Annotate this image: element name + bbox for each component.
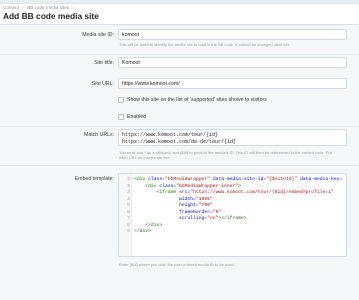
page-title: Add BB code media site: [3, 11, 99, 21]
code-token: "0": [212, 209, 222, 215]
code-token: data-media-site-id=: [212, 177, 267, 182]
code-token: </div>: [134, 229, 151, 234]
site-title-label: Site title:: [94, 60, 114, 66]
code-token: "bbMediaWrapper": [164, 177, 210, 182]
code-token: <iframe: [156, 190, 180, 195]
code-token: <div: [134, 177, 149, 182]
embed-template-label: Embed template:: [74, 176, 114, 182]
site-id-label: Media site ID:: [82, 32, 114, 38]
site-id-explain: This will be used to identify the media …: [119, 42, 290, 47]
code-token: ></iframe>: [218, 216, 247, 221]
supported-checkbox-row[interactable]: Show this site on the list of 'supported…: [118, 97, 267, 103]
code-token: </div>: [145, 222, 163, 228]
match-urls-explain: You must use * as a wildcard, and {$id} …: [119, 150, 332, 160]
breadcrumb-content[interactable]: Content: [3, 5, 19, 10]
code-token: src=: [179, 190, 191, 195]
code-token: scrolling=: [179, 216, 208, 221]
divider: [0, 165, 359, 166]
site-url-label: Site URL:: [91, 81, 114, 87]
code-token: "700": [198, 203, 213, 208]
match-urls-textarea[interactable]: https://www.komoot.com/tour/{id} https://…: [118, 129, 347, 146]
breadcrumb-separator: ›: [22, 5, 24, 10]
code-token: >: [238, 183, 241, 189]
enabled-checkbox-row[interactable]: Enabled: [118, 114, 146, 120]
enabled-checkbox[interactable]: [118, 114, 124, 120]
code-token: "https://www.komoot.com/tour/{$id}/embed…: [190, 190, 334, 195]
divider: [0, 54, 359, 55]
embed-template-explain: Enter {$id} where you wish the user-ente…: [119, 262, 235, 267]
site-title-input[interactable]: Komoot: [118, 57, 347, 68]
match-urls-explain-line: each URL on a separate line.: [119, 155, 171, 160]
code-token: "{$siteId}": [266, 177, 298, 182]
match-urls-label: Match URLs:: [84, 132, 114, 138]
breadcrumb-separator: ›: [72, 5, 74, 10]
code-token: data-media-key=: [300, 177, 343, 182]
divider: [0, 126, 359, 127]
embed-template-editor[interactable]: 1 <div class="bbMediaWrapper" data-media-…: [118, 173, 347, 257]
breadcrumb-media-sites[interactable]: BB code media sites: [27, 5, 69, 10]
code-token: "no": [207, 216, 219, 221]
site-url-input[interactable]: https://www.komoot.com/: [118, 78, 347, 89]
match-url-line: https://www.komoot.com/de-de/tour/{id}: [122, 138, 237, 145]
code-token: width=: [179, 196, 196, 202]
supported-checkbox-label: Show this site on the list of 'supported…: [127, 97, 267, 103]
supported-checkbox[interactable]: [118, 97, 124, 103]
code-line: 9 </div>: [119, 229, 346, 236]
code-token: <div: [145, 183, 160, 189]
breadcrumb: Content › BB code media sites ›: [0, 4, 359, 11]
code-token: frameborder=: [179, 209, 213, 215]
code-token: "100%": [195, 196, 213, 202]
code-token: class=: [159, 183, 177, 189]
code-token: "bbMediaWrapper-inner": [176, 183, 239, 189]
enabled-checkbox-label: Enabled: [127, 114, 147, 120]
code-token: class=: [148, 177, 165, 182]
code-token: height=: [179, 203, 199, 208]
site-id-input[interactable]: komoot: [118, 29, 347, 40]
media-site-form: Media site ID: komoot This will be used …: [0, 24, 359, 300]
line-number: 9: [127, 229, 130, 234]
